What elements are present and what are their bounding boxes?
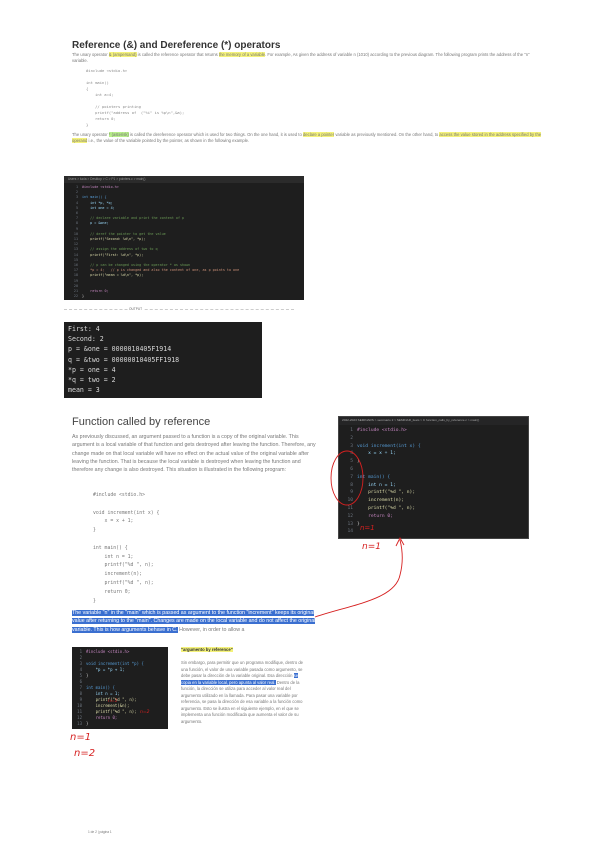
spanish-heading: "argumento by reference"	[181, 647, 233, 654]
line-code: *p = *p + 1;	[86, 667, 125, 672]
page-footer: 1 de 2 | página 1	[88, 830, 112, 834]
line-code: }	[86, 721, 89, 726]
annotation-circle	[330, 450, 364, 506]
highlight-spanish-heading: "argumento by reference"	[181, 647, 233, 652]
annotation-n-equals-2-bottom: n=2	[74, 748, 96, 759]
line-code: #include <stdio.h>	[86, 649, 130, 654]
line-number: 13	[77, 721, 82, 726]
annotation-n-equals-1-bottom: n=1	[70, 732, 92, 743]
spanish-paragraph: Sin embargo, para permitir que un progra…	[181, 660, 303, 725]
line-code: return 0;	[86, 715, 118, 720]
annotation-arrow	[314, 539, 403, 618]
annotation-side-n1: n=1	[108, 699, 118, 704]
para-text: Sin embargo, para permitir que un progra…	[181, 660, 303, 678]
annotation-arrowhead	[395, 537, 405, 547]
editor-line: 13}	[72, 721, 168, 727]
code-editor-by-reference: 1 #include <stdio.h> 2 3 void increment(int…	[72, 647, 168, 729]
annotation-side-n2: n=2	[140, 710, 150, 715]
para-text: Dentro de la función, la dirección se ut…	[181, 679, 303, 724]
